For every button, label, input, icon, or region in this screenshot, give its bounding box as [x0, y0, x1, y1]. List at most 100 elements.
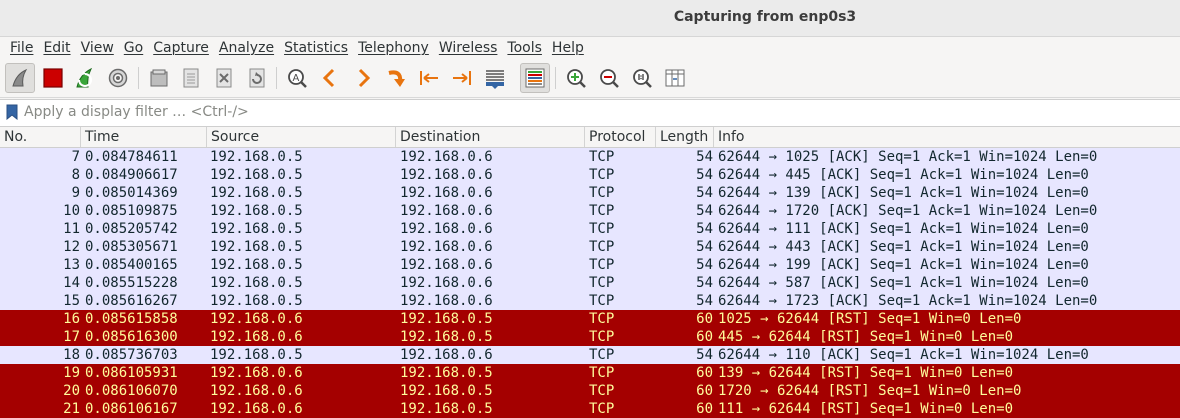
- packet-length: 54: [696, 275, 713, 291]
- column-header-destination[interactable]: Destination: [396, 127, 585, 147]
- packet-row[interactable]: 14 0.085515228 192.168.0.5 192.168.0.6 TCP 54…: [0, 274, 1180, 292]
- packet-row[interactable]: 16 0.085615858 192.168.0.6 192.168.0.5 TCP 60…: [0, 310, 1180, 328]
- packet-info: 62644 → 111 [ACK] Seq=1 Ack=1 Win=1024 L…: [718, 221, 1089, 237]
- packet-time: 0.085109875: [85, 203, 178, 219]
- packet-protocol: TCP: [589, 257, 615, 273]
- packet-length: 54: [696, 293, 713, 309]
- packet-info: 62644 → 1720 [ACK] Seq=1 Ack=1 Win=1024 …: [718, 203, 1098, 219]
- toolbar-separator: [138, 67, 139, 89]
- go-first-icon[interactable]: [414, 63, 444, 93]
- column-header-protocol[interactable]: Protocol: [585, 127, 656, 147]
- packet-row[interactable]: 18 0.085736703 192.168.0.5 192.168.0.6 TCP 54…: [0, 346, 1180, 364]
- packet-info: 62644 → 445 [ACK] Seq=1 Ack=1 Win=1024 L…: [718, 167, 1089, 183]
- restart-capture-icon[interactable]: [70, 63, 100, 93]
- capture-options-gear-icon[interactable]: [103, 63, 133, 93]
- packet-protocol: TCP: [589, 329, 615, 345]
- resize-columns-icon[interactable]: [660, 63, 690, 93]
- packet-destination: 192.168.0.6: [400, 293, 493, 309]
- zoom-in-icon[interactable]: [561, 63, 591, 93]
- packet-protocol: TCP: [589, 221, 615, 237]
- packet-destination: 192.168.0.6: [400, 221, 493, 237]
- packet-source: 192.168.0.6: [210, 383, 303, 399]
- column-header-time[interactable]: Time: [81, 127, 207, 147]
- menu-help[interactable]: Help: [552, 40, 584, 56]
- packet-info: 62644 → 1723 [ACK] Seq=1 Ack=1 Win=1024 …: [718, 293, 1098, 309]
- menu-file[interactable]: File: [10, 40, 33, 56]
- packet-rows: 7 0.084784611 192.168.0.5 192.168.0.6 TCP 54 6…: [0, 148, 1180, 418]
- packet-length: 54: [696, 203, 713, 219]
- packet-row[interactable]: 11 0.085205742 192.168.0.5 192.168.0.6 TCP 54…: [0, 220, 1180, 238]
- reload-file-icon[interactable]: [242, 63, 272, 93]
- packet-destination: 192.168.0.6: [400, 347, 493, 363]
- go-forward-icon[interactable]: [348, 63, 378, 93]
- packet-length: 54: [696, 257, 713, 273]
- packet-destination: 192.168.0.6: [400, 275, 493, 291]
- column-header-source[interactable]: Source: [207, 127, 396, 147]
- packet-protocol: TCP: [589, 383, 615, 399]
- packet-length: 60: [696, 401, 713, 417]
- menu-analyze[interactable]: Analyze: [219, 40, 274, 56]
- packet-destination: 192.168.0.6: [400, 149, 493, 165]
- packet-source: 192.168.0.5: [210, 347, 303, 363]
- packet-info: 62644 → 587 [ACK] Seq=1 Ack=1 Win=1024 L…: [718, 275, 1089, 291]
- packet-row[interactable]: 7 0.084784611 192.168.0.5 192.168.0.6 TCP 54 6…: [0, 148, 1180, 166]
- packet-row[interactable]: 9 0.085014369 192.168.0.5 192.168.0.6 TCP 54 6…: [0, 184, 1180, 202]
- go-to-packet-icon[interactable]: [381, 63, 411, 93]
- packet-source: 192.168.0.5: [210, 203, 303, 219]
- packet-number: 8: [71, 167, 80, 183]
- packet-destination: 192.168.0.6: [400, 167, 493, 183]
- packet-row[interactable]: 17 0.085616300 192.168.0.6 192.168.0.5 TCP 60…: [0, 328, 1180, 346]
- menu-statistics[interactable]: Statistics: [284, 40, 348, 56]
- packet-destination: 192.168.0.5: [400, 329, 493, 345]
- packet-row[interactable]: 21 0.086106167 192.168.0.6 192.168.0.5 TCP 60…: [0, 400, 1180, 418]
- close-file-icon[interactable]: [209, 63, 239, 93]
- column-header-no[interactable]: No.: [0, 127, 81, 147]
- menu-wireless[interactable]: Wireless: [439, 40, 498, 56]
- zoom-out-icon[interactable]: [594, 63, 624, 93]
- packet-length: 54: [696, 185, 713, 201]
- packet-length: 54: [696, 149, 713, 165]
- packet-time: 0.085305671: [85, 239, 178, 255]
- menu-capture[interactable]: Capture: [153, 40, 209, 56]
- colorize-icon[interactable]: [520, 63, 550, 93]
- packet-source: 192.168.0.6: [210, 329, 303, 345]
- go-back-icon[interactable]: [315, 63, 345, 93]
- find-packet-icon[interactable]: A: [282, 63, 312, 93]
- column-header-length[interactable]: Length: [656, 127, 714, 147]
- packet-row[interactable]: 8 0.084906617 192.168.0.5 192.168.0.6 TCP 54 6…: [0, 166, 1180, 184]
- packet-row[interactable]: 13 0.085400165 192.168.0.5 192.168.0.6 TCP 54…: [0, 256, 1180, 274]
- packet-number: 17: [63, 329, 80, 345]
- packet-time: 0.084784611: [85, 149, 178, 165]
- main-toolbar: A: [0, 59, 1180, 98]
- display-filter-input[interactable]: [24, 102, 1174, 122]
- packet-time: 0.086106167: [85, 401, 178, 417]
- auto-scroll-icon[interactable]: [480, 63, 510, 93]
- packet-time: 0.086105931: [85, 365, 178, 381]
- packet-row[interactable]: 10 0.085109875 192.168.0.5 192.168.0.6 TCP 54…: [0, 202, 1180, 220]
- go-last-icon[interactable]: [447, 63, 477, 93]
- menu-tools[interactable]: Tools: [507, 40, 542, 56]
- menu-view[interactable]: View: [81, 40, 114, 56]
- packet-time: 0.085205742: [85, 221, 178, 237]
- packet-info: 445 → 62644 [RST] Seq=1 Win=0 Len=0: [718, 329, 1014, 345]
- packet-number: 16: [63, 311, 80, 327]
- packet-length: 60: [696, 329, 713, 345]
- stop-capture-icon[interactable]: [38, 63, 68, 93]
- packet-row[interactable]: 19 0.086105931 192.168.0.6 192.168.0.5 TCP 60…: [0, 364, 1180, 382]
- packet-number: 13: [63, 257, 80, 273]
- open-file-icon[interactable]: [144, 63, 174, 93]
- menu-telephony[interactable]: Telephony: [358, 40, 429, 56]
- packet-row[interactable]: 12 0.085305671 192.168.0.5 192.168.0.6 TCP 54…: [0, 238, 1180, 256]
- column-header-info[interactable]: Info: [714, 127, 1180, 147]
- packet-info: 62644 → 443 [ACK] Seq=1 Ack=1 Win=1024 L…: [718, 239, 1089, 255]
- zoom-normal-icon[interactable]: [627, 63, 657, 93]
- save-file-icon[interactable]: [176, 63, 206, 93]
- menu-go[interactable]: Go: [124, 40, 143, 56]
- bookmark-icon[interactable]: [6, 104, 18, 120]
- packet-row[interactable]: 15 0.085616267 192.168.0.5 192.168.0.6 TCP 54…: [0, 292, 1180, 310]
- packet-row[interactable]: 20 0.086106070 192.168.0.6 192.168.0.5 TCP 60…: [0, 382, 1180, 400]
- shark-fin-start-icon[interactable]: [5, 63, 35, 93]
- packet-source: 192.168.0.5: [210, 257, 303, 273]
- menu-edit[interactable]: Edit: [43, 40, 70, 56]
- toolbar-separator: [555, 67, 556, 89]
